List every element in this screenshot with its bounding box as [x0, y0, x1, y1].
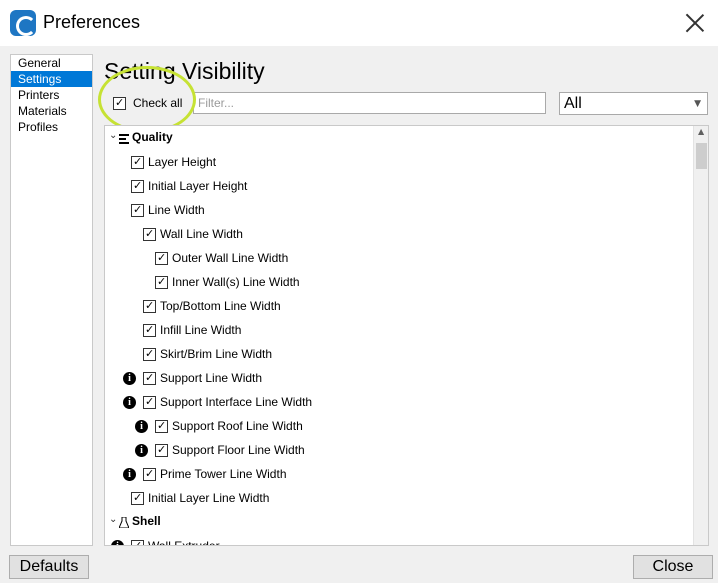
sidebar-item-printers[interactable]: Printers [11, 87, 92, 103]
close-button[interactable]: Close [633, 555, 713, 579]
setting-checkbox[interactable] [143, 298, 156, 314]
setting-row[interactable]: Initial Layer Line Width [105, 487, 692, 511]
visibility-preset-value: All [564, 95, 582, 112]
setting-row[interactable]: i Support Roof Line Width [105, 415, 692, 439]
defaults-button[interactable]: Defaults [9, 555, 89, 579]
setting-row[interactable]: i Support Interface Line Width [105, 391, 692, 415]
sidebar-item-materials[interactable]: Materials [11, 103, 92, 119]
setting-checkbox[interactable] [155, 250, 168, 266]
check-all-checkbox[interactable]: Check all [113, 93, 182, 113]
close-icon[interactable] [684, 12, 706, 34]
category-row[interactable]: ⌄ Shell [105, 511, 692, 535]
setting-label: Initial Layer Height [148, 179, 248, 193]
scrollbar-thumb[interactable] [696, 143, 707, 169]
setting-row[interactable]: i Support Line Width [105, 367, 692, 391]
info-icon[interactable]: i [111, 540, 124, 545]
setting-row[interactable]: i Prime Tower Line Width [105, 463, 692, 487]
sidebar-item-settings[interactable]: Settings [11, 71, 92, 87]
setting-checkbox[interactable] [131, 178, 144, 194]
setting-label: Wall Line Width [160, 227, 243, 241]
setting-checkbox[interactable] [155, 274, 168, 290]
settings-visibility-list: i Wall Extruder ⌄ Shell Initial Layer Line W… [104, 125, 709, 546]
setting-checkbox[interactable] [131, 202, 144, 218]
visibility-preset-select[interactable]: All ▼ [559, 92, 708, 115]
setting-checkbox[interactable] [131, 490, 144, 506]
setting-label: Outer Wall Line Width [172, 251, 289, 265]
setting-checkbox[interactable] [143, 322, 156, 338]
setting-label: Support Interface Line Width [160, 395, 313, 409]
setting-checkbox[interactable] [155, 442, 168, 458]
setting-label: Support Floor Line Width [172, 443, 305, 457]
shell-icon [118, 516, 130, 529]
filter-input[interactable] [193, 92, 546, 114]
setting-checkbox[interactable] [143, 226, 156, 242]
setting-checkbox[interactable] [131, 154, 144, 170]
setting-label: Line Width [148, 203, 205, 217]
sidebar-item-profiles[interactable]: Profiles [11, 119, 92, 135]
title-bar: Preferences [0, 0, 718, 46]
setting-checkbox[interactable] [143, 346, 156, 362]
info-icon[interactable]: i [123, 372, 136, 385]
setting-row[interactable]: Line Width [105, 199, 692, 223]
setting-row[interactable]: i Wall Extruder [105, 535, 692, 546]
chevron-down-icon: ▼ [694, 99, 701, 109]
info-icon[interactable]: i [123, 396, 136, 409]
setting-row[interactable]: Inner Wall(s) Line Width [105, 271, 692, 295]
setting-row[interactable]: Wall Line Width [105, 223, 692, 247]
setting-checkbox[interactable] [143, 394, 156, 410]
setting-label: Top/Bottom Line Width [160, 299, 281, 313]
page-title: Setting Visibility [104, 58, 265, 84]
setting-row[interactable]: i Support Floor Line Width [105, 439, 692, 463]
setting-checkbox[interactable] [143, 370, 156, 386]
setting-label: Infill Line Width [160, 323, 242, 337]
setting-checkbox[interactable] [143, 466, 156, 482]
setting-label: Inner Wall(s) Line Width [172, 275, 300, 289]
setting-row[interactable]: Outer Wall Line Width [105, 247, 692, 271]
info-icon[interactable]: i [135, 420, 148, 433]
chevron-down-icon[interactable]: ⌄ [109, 130, 117, 141]
setting-label: Support Line Width [160, 371, 263, 385]
sidebar-item-general[interactable]: General [11, 55, 92, 71]
category-row[interactable]: ⌄ Quality [105, 127, 692, 151]
checkbox-checked-icon[interactable] [113, 95, 126, 111]
info-icon[interactable]: i [135, 444, 148, 457]
category-label: Quality [132, 130, 173, 144]
app-logo-icon [10, 10, 36, 36]
setting-label: Support Roof Line Width [172, 419, 303, 433]
check-all-label: Check all [133, 96, 183, 110]
setting-row[interactable]: Top/Bottom Line Width [105, 295, 692, 319]
setting-row[interactable]: Layer Height [105, 151, 692, 175]
quality-icon [119, 133, 129, 144]
setting-row[interactable]: Initial Layer Height [105, 175, 692, 199]
category-label: Shell [132, 514, 161, 528]
vertical-scrollbar[interactable]: ▲ [693, 126, 708, 545]
info-icon[interactable]: i [123, 468, 136, 481]
setting-label: Initial Layer Line Width [148, 491, 270, 505]
preferences-nav: General Settings Printers Materials Profiles [10, 54, 93, 546]
setting-checkbox[interactable] [155, 418, 168, 434]
window-title: Preferences [43, 12, 141, 32]
setting-checkbox[interactable] [131, 538, 144, 545]
scroll-up-arrow-icon[interactable]: ▲ [698, 127, 704, 136]
setting-row[interactable]: Skirt/Brim Line Width [105, 343, 692, 367]
setting-label: Wall Extruder [148, 539, 220, 546]
setting-label: Prime Tower Line Width [160, 467, 287, 481]
chevron-down-icon[interactable]: ⌄ [109, 514, 117, 525]
setting-label: Layer Height [148, 155, 217, 169]
setting-label: Skirt/Brim Line Width [160, 347, 273, 361]
setting-row[interactable]: Infill Line Width [105, 319, 692, 343]
